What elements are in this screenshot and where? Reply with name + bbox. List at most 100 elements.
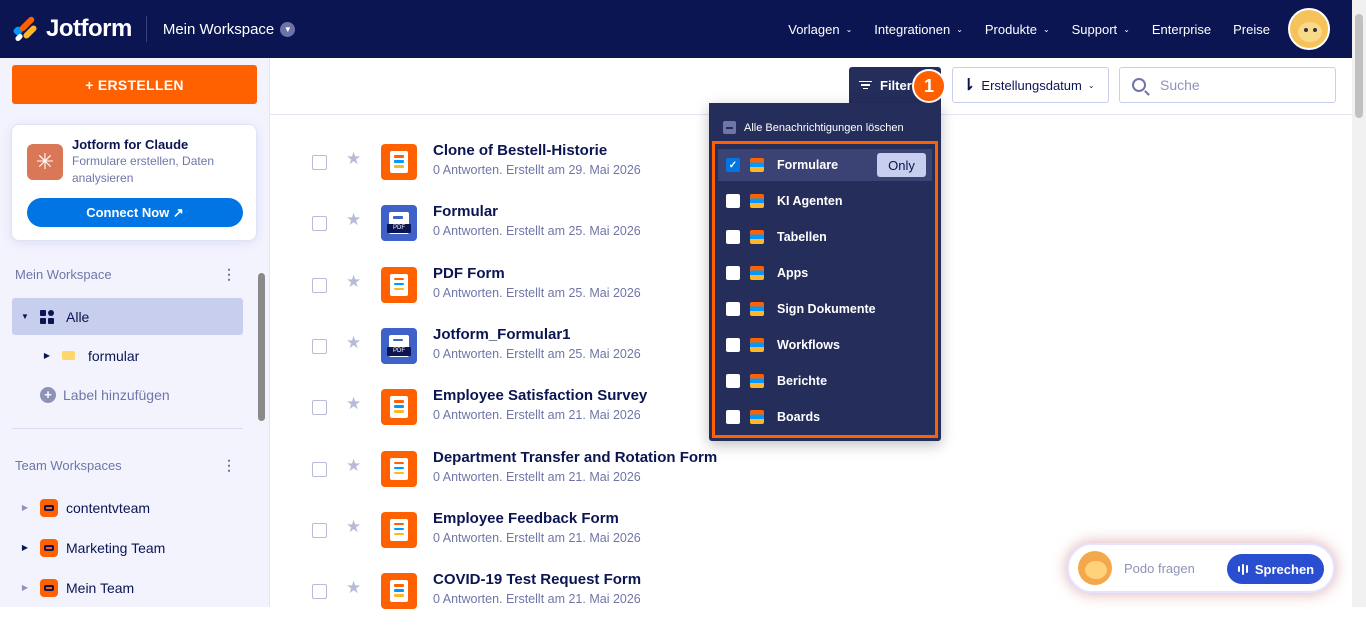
form-list-item[interactable]: ★ PDF Formular 0 Antworten. Erstellt am 25.… [270,200,710,261]
filter-option[interactable]: Apps [718,257,932,289]
row-checkbox[interactable] [312,461,327,477]
row-checkbox[interactable] [312,584,327,600]
ai-agent-icon [750,194,764,208]
podo-assistant-bar[interactable]: Podo fragen Sprechen [1067,543,1335,593]
jotform-logo[interactable]: Jotform [12,15,132,43]
row-checkbox[interactable] [312,216,327,232]
nav-enterprise[interactable]: Enterprise [1152,22,1211,37]
filter-option[interactable]: Tabellen [718,221,932,253]
checkbox-icon[interactable] [726,374,740,388]
checkbox-icon[interactable] [726,230,740,244]
create-button[interactable]: + ERSTELLEN [12,65,257,104]
checkbox-icon[interactable] [726,302,740,316]
star-icon[interactable]: ★ [346,149,361,169]
sidebar-item-team[interactable]: ▶ contentvteam [12,489,243,526]
form-title[interactable]: Clone of Bestell-Historie [433,142,607,159]
row-checkbox[interactable] [312,338,327,354]
filter-option-label: KI Agenten [777,194,843,208]
filter-option[interactable]: Boards [718,401,932,433]
row-checkbox[interactable] [312,155,327,170]
star-icon[interactable]: ★ [346,517,361,537]
form-list-item[interactable]: ★ $ Clone of Bestell-Historie 0 Antworten. … [270,139,710,200]
form-meta: 0 Antworten. Erstellt am 25. Mai 2026 [433,346,641,361]
checkbox-icon[interactable] [726,266,740,280]
sidebar-item-team[interactable]: ▶ Mein Team [12,569,243,606]
chevron-down-icon: ⌄ [956,24,963,34]
star-icon[interactable]: ★ [346,456,361,476]
filter-option-label: Boards [777,410,821,424]
workspace-switcher[interactable]: Mein Workspace ▼ [163,21,296,38]
sidebar-item-label: contentvteam [66,499,151,516]
form-title[interactable]: Jotform_Formular1 [433,326,571,343]
form-list-item[interactable]: ★ Employee Satisfaction Survey 0 Antworten… [270,384,710,445]
star-icon[interactable]: ★ [346,578,361,598]
sidebar-item-folder[interactable]: ▶ formular [12,337,243,374]
clear-all-button[interactable]: Alle Benachrichtigungen löschen [723,121,904,134]
filter-dropdown: Alle Benachrichtigungen löschen ✓ Formula… [709,103,941,441]
sort-dropdown[interactable]: ⇂ Erstellungsdatum ⌄ [952,67,1109,103]
page-scrollbar[interactable] [1352,0,1366,607]
avatar-eye [1304,28,1308,32]
form-title[interactable]: PDF Form [433,265,505,282]
nav-pricing[interactable]: Preise [1233,22,1270,37]
speak-label: Sprechen [1254,561,1315,577]
filter-option[interactable]: Workflows [718,329,932,361]
checked-checkbox-icon[interactable]: ✓ [726,158,740,172]
nav-products[interactable]: Produkte ⌄ [985,22,1050,37]
apps-icon [750,266,764,280]
sidebar-scrollbar[interactable] [256,265,266,607]
form-title[interactable]: Department Transfer and Rotation Form [433,449,717,466]
star-icon[interactable]: ★ [346,210,361,230]
sidebar: + ERSTELLEN ✳ Jotform for Claude Formula… [0,58,270,607]
sidebar-item-label: Alle [66,308,90,325]
form-title[interactable]: Employee Satisfaction Survey [433,387,647,404]
form-list-item[interactable]: ★ Department Transfer and Rotation Form 0 … [270,446,717,507]
speak-button[interactable]: Sprechen [1227,554,1324,584]
more-options-icon[interactable]: ⋮ [222,457,236,474]
filter-option[interactable]: Berichte [718,365,932,397]
row-checkbox[interactable] [312,400,327,416]
form-list-item[interactable]: ★ PDF Form 0 Antworten. Erstellt am 25. Ma… [270,262,710,323]
folder-icon [62,351,75,360]
search-input[interactable]: Suche [1119,67,1336,103]
user-avatar[interactable] [1288,8,1330,50]
claude-card-title: Jotform for Claude [72,137,189,152]
row-checkbox[interactable] [312,522,327,538]
scrollbar-thumb[interactable] [1355,14,1363,118]
nav-integrations[interactable]: Integrationen ⌄ [874,22,963,37]
form-title[interactable]: Employee Feedback Form [433,510,619,527]
form-title[interactable]: Formular [433,203,498,220]
caret-right-icon: ▶ [43,351,51,360]
nav-support[interactable]: Support ⌄ [1072,22,1130,37]
sidebar-item-label: formular [88,347,140,364]
scrollbar-thumb[interactable] [258,273,265,421]
filter-option[interactable]: ✓ Formulare Only [718,149,932,181]
more-options-icon[interactable]: ⋮ [222,266,236,283]
checkbox-icon[interactable] [726,338,740,352]
checkbox-icon[interactable] [726,410,740,424]
star-icon[interactable]: ★ [346,272,361,292]
filter-option[interactable]: Sign Dokumente [718,293,932,325]
search-placeholder: Suche [1160,77,1200,93]
only-button[interactable]: Only [877,153,926,177]
add-label-button[interactable]: + Label hinzufügen [12,376,243,413]
filter-option[interactable]: KI Agenten [718,185,932,217]
nav-link-label: Produkte [984,21,1037,37]
form-title[interactable]: COVID-19 Test Request Form [433,571,641,588]
nav-templates[interactable]: Vorlagen ⌄ [788,22,852,37]
star-icon[interactable]: ★ [346,394,361,414]
form-icon [381,389,417,426]
workflow-icon [750,338,764,352]
checkbox-icon[interactable] [726,194,740,208]
team-icon [40,578,58,597]
star-icon[interactable]: ★ [346,333,361,353]
sidebar-item-team[interactable]: ▶ Marketing Team [12,529,243,566]
form-list-item[interactable]: ★ Employee Feedback Form 0 Antworten. Erst… [270,507,710,568]
form-meta: 0 Antworten. Erstellt am 25. Mai 2026 [433,224,641,239]
form-list-item[interactable]: ★ PDF Jotform_Formular1 0 Antworten. Erstel… [270,323,710,384]
sidebar-item-all[interactable]: ▼ Alle [12,298,243,335]
row-checkbox[interactable] [312,277,327,293]
podo-input[interactable]: Podo fragen [1124,561,1195,576]
form-list-item[interactable]: ★ COVID-19 Test Request Form 0 Antworten. … [270,568,710,629]
connect-now-button[interactable]: Connect Now ↗ [27,198,243,227]
